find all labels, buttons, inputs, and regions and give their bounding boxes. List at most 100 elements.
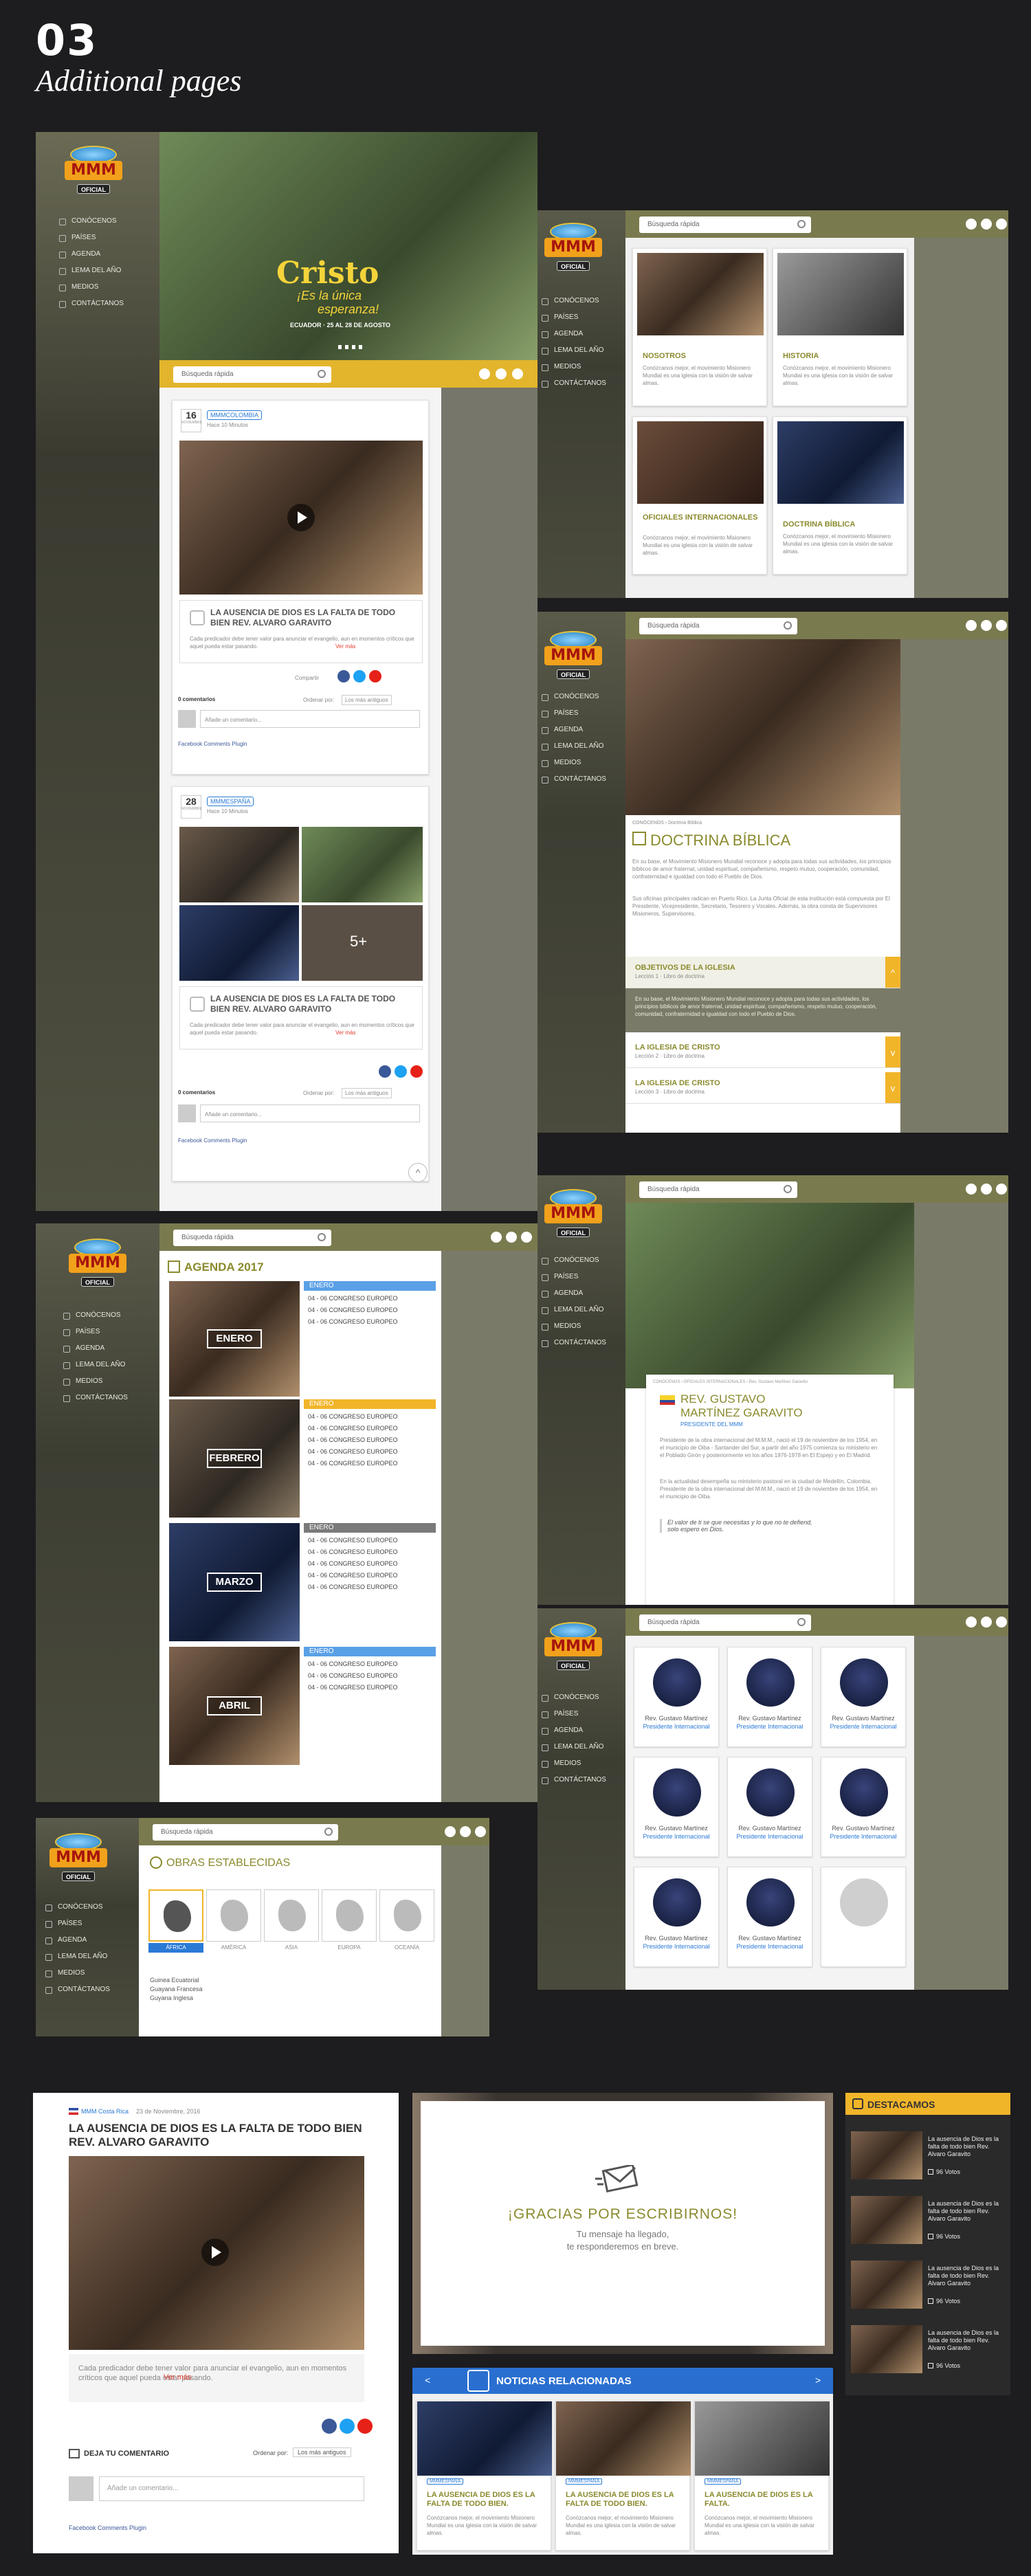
nav-item[interactable]: PAÍSES: [539, 705, 606, 722]
facebook-share-icon[interactable]: [337, 670, 350, 682]
gallery-photo[interactable]: [179, 827, 299, 902]
nav-item[interactable]: MEDIOS: [43, 1965, 110, 1981]
nav-item[interactable]: CONTÁCTANOS: [539, 1335, 606, 1351]
nav-item[interactable]: PAÍSES: [539, 1269, 606, 1285]
info-card[interactable]: HISTORIA Conózcanos mejor, el movimiento …: [773, 248, 907, 406]
nav-item[interactable]: MEDIOS: [539, 1755, 606, 1772]
continent-tab[interactable]: [379, 1889, 434, 1942]
read-more-link[interactable]: Ver más: [335, 1030, 355, 1036]
event-item[interactable]: 04 - 06 CONGRESO EUROPEO: [308, 1537, 398, 1544]
search-input[interactable]: Búsqueda rápida: [173, 366, 331, 383]
nav-item[interactable]: PAÍSES: [539, 1706, 606, 1722]
featured-item[interactable]: La ausencia de Dios es la falta de todo …: [851, 2261, 1006, 2316]
nav-item[interactable]: PAÍSES: [56, 230, 124, 246]
facebook-share-icon[interactable]: [379, 1065, 391, 1078]
event-item[interactable]: 04 - 06 CONGRESO EUROPEO: [308, 1436, 398, 1443]
nav-item[interactable]: MEDIOS: [539, 1318, 606, 1335]
event-item[interactable]: 04 - 06 CONGRESO EUROPEO: [308, 1413, 398, 1420]
chevron-down-icon[interactable]: v: [885, 1036, 900, 1067]
youtube-icon[interactable]: [996, 620, 1007, 631]
read-more-link[interactable]: Ver más: [164, 2373, 191, 2381]
next-arrow-icon[interactable]: >: [815, 2375, 821, 2386]
month-photo[interactable]: ENERO: [169, 1281, 300, 1397]
youtube-icon[interactable]: [475, 1826, 486, 1837]
facebook-icon[interactable]: [966, 1184, 977, 1195]
search-input[interactable]: Búsqueda rápida: [639, 618, 797, 634]
info-card[interactable]: DOCTRINA BÍBLICA Conózcanos mejor, el mov…: [773, 417, 907, 575]
month-photo[interactable]: FEBRERO: [169, 1399, 300, 1518]
nav-item[interactable]: AGENDA: [539, 326, 606, 342]
facebook-icon[interactable]: [491, 1232, 502, 1243]
twitter-icon[interactable]: [981, 620, 992, 631]
twitter-share-icon[interactable]: [353, 670, 366, 682]
search-icon[interactable]: [318, 370, 326, 378]
related-card[interactable]: MMMESPAÑA LA AUSENCIA DE DIOS ES LA FALTA…: [694, 2401, 830, 2551]
person-card[interactable]: Rev. Gustavo Martínez Presidente Internac…: [634, 1647, 719, 1747]
search-icon[interactable]: [784, 1185, 792, 1193]
event-item[interactable]: 04 - 06 CONGRESO EUROPEO: [308, 1684, 398, 1691]
comment-input[interactable]: Añade un comentario...: [200, 1104, 420, 1122]
banner-dots[interactable]: [338, 345, 366, 349]
play-icon[interactable]: [287, 504, 315, 531]
related-card[interactable]: MMMESPAÑA LA AUSENCIA DE DIOS ES LA FALTA…: [417, 2401, 552, 2551]
search-icon[interactable]: [318, 1233, 326, 1241]
chevron-up-icon[interactable]: ^: [885, 957, 900, 988]
nav-item[interactable]: CONÓCENOS: [56, 213, 124, 230]
search-input[interactable]: Búsqueda rápida: [639, 216, 811, 233]
person-card[interactable]: Rev. Gustavo Martínez Presidente Internac…: [727, 1757, 812, 1857]
accordion-item[interactable]: LA IGLESIA DE CRISTO Lección 3 · Libro de…: [625, 1072, 900, 1104]
comment-input[interactable]: Añade un comentario...: [200, 710, 420, 728]
nav-item[interactable]: LEMA DEL AÑO: [43, 1948, 110, 1965]
order-select[interactable]: Los más antiguos: [342, 1088, 392, 1098]
nav-item[interactable]: CONTÁCTANOS: [539, 1772, 606, 1788]
search-icon[interactable]: [797, 1618, 806, 1626]
nav-item[interactable]: LEMA DEL AÑO: [539, 342, 606, 359]
scroll-top-button[interactable]: ^: [408, 1163, 428, 1182]
mmm-logo[interactable]: MMM OFICIAL: [544, 1189, 602, 1239]
channel-badge[interactable]: MMMCOLOMBIA: [207, 410, 263, 420]
youtube-share-icon[interactable]: [369, 670, 381, 682]
twitter-share-icon[interactable]: [395, 1065, 407, 1078]
featured-item[interactable]: La ausencia de Dios es la falta de todo …: [851, 2131, 1006, 2186]
mmm-logo[interactable]: MMM OFICIAL: [65, 146, 122, 195]
event-item[interactable]: 04 - 06 CONGRESO EUROPEO: [308, 1672, 398, 1679]
event-item[interactable]: 04 - 06 CONGRESO EUROPEO: [308, 1307, 398, 1313]
mmm-logo[interactable]: MMM OFICIAL: [544, 631, 602, 680]
nav-item[interactable]: CONTÁCTANOS: [56, 296, 124, 312]
twitter-share-icon[interactable]: [340, 2419, 355, 2434]
country-item[interactable]: Guinea Ecuatorial: [150, 1976, 203, 1985]
country-item[interactable]: Guayana Francesa: [150, 1985, 203, 1994]
mmm-logo[interactable]: MMM OFICIAL: [69, 1239, 126, 1288]
gallery-photo[interactable]: [302, 827, 423, 902]
accordion-item[interactable]: LA IGLESIA DE CRISTO Lección 2 · Libro de…: [625, 1036, 900, 1068]
event-item[interactable]: 04 - 06 CONGRESO EUROPEO: [308, 1295, 398, 1302]
continent-label[interactable]: AMÉRICA: [206, 1943, 261, 1953]
breadcrumb[interactable]: CONÓCENOS › Doctrina Bíblica: [632, 821, 702, 825]
nav-item[interactable]: LEMA DEL AÑO: [539, 1302, 606, 1318]
nav-item[interactable]: LEMA DEL AÑO: [539, 738, 606, 755]
search-input[interactable]: Búsqueda rápida: [173, 1230, 331, 1246]
youtube-icon[interactable]: [996, 1617, 1007, 1628]
continent-tab[interactable]: [264, 1889, 319, 1942]
nav-item[interactable]: MEDIOS: [56, 279, 124, 296]
gallery-photo[interactable]: 5+: [302, 905, 423, 981]
accordion-item[interactable]: OBJETIVOS DE LA IGLESIA Lección 1 · Libro…: [625, 957, 900, 988]
search-input[interactable]: Búsqueda rápida: [153, 1824, 338, 1841]
gallery-photo[interactable]: [179, 905, 299, 981]
facebook-icon[interactable]: [966, 620, 977, 631]
twitter-icon[interactable]: [981, 1617, 992, 1628]
nav-item[interactable]: MEDIOS: [60, 1373, 128, 1390]
month-photo[interactable]: ABRIL: [169, 1647, 300, 1765]
continent-label[interactable]: ÁFRICA: [148, 1943, 203, 1953]
nav-item[interactable]: CONÓCENOS: [539, 1689, 606, 1706]
event-item[interactable]: 04 - 06 CONGRESO EUROPEO: [308, 1661, 398, 1667]
nav-item[interactable]: CONTÁCTANOS: [60, 1390, 128, 1406]
event-item[interactable]: 04 - 06 CONGRESO EUROPEO: [308, 1318, 398, 1325]
twitter-icon[interactable]: [981, 1184, 992, 1195]
search-input[interactable]: Búsqueda rápida: [639, 1614, 811, 1631]
person-card[interactable]: Rev. Gustavo Martínez Presidente Internac…: [634, 1757, 719, 1857]
twitter-icon[interactable]: [981, 219, 992, 230]
info-card[interactable]: OFICIALES INTERNACIONALES Conózcanos mejo…: [632, 417, 767, 575]
info-card[interactable]: NOSOTROS Conózcanos mejor, el movimiento …: [632, 248, 767, 406]
continent-label[interactable]: OCEANÍA: [379, 1943, 434, 1953]
